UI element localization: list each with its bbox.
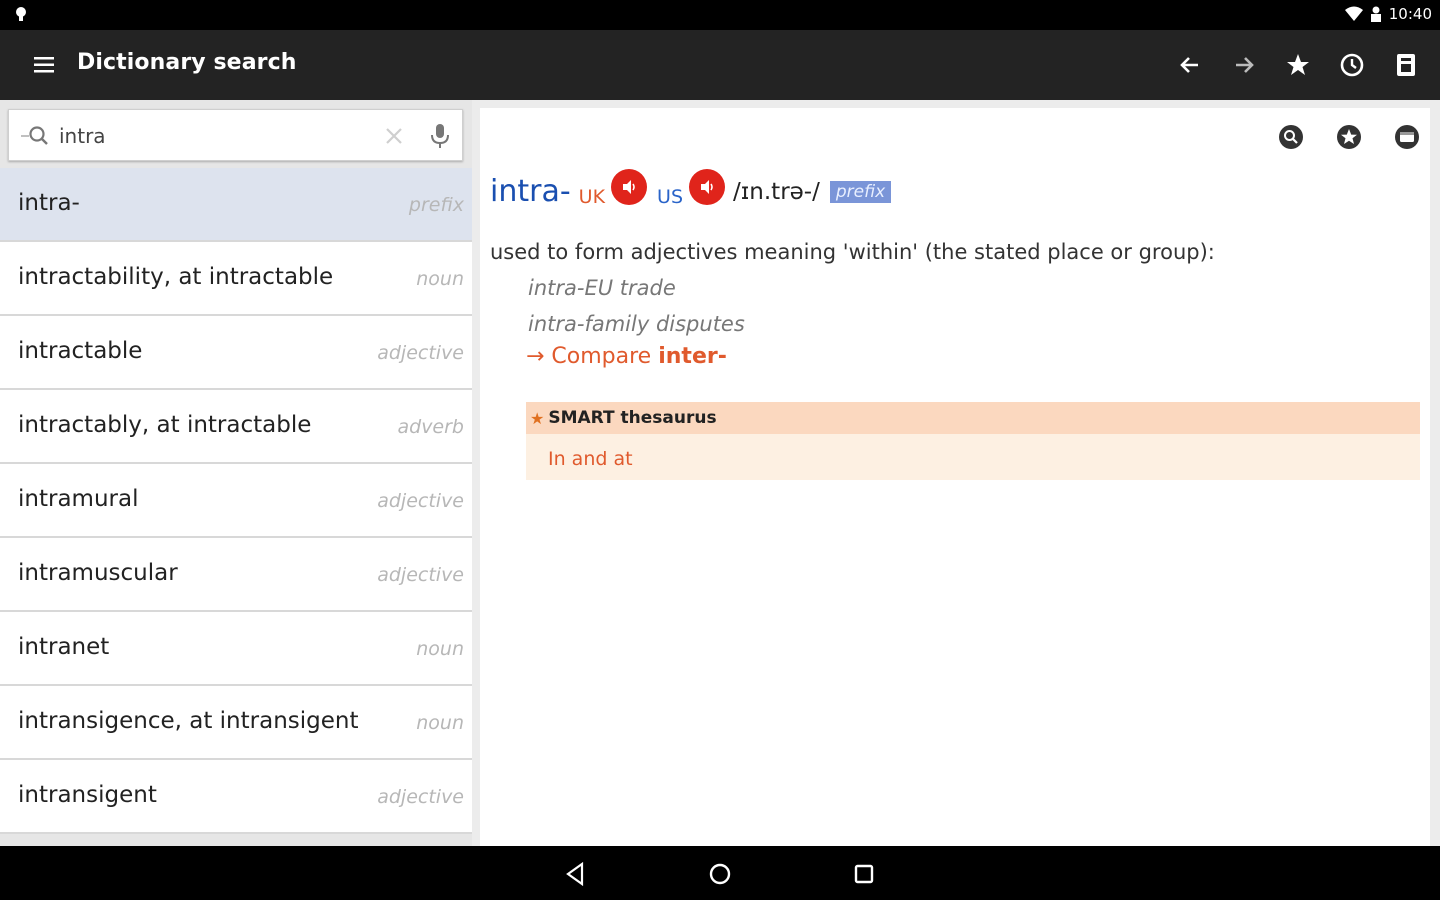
system-nav-bar (0, 846, 1440, 900)
result-row[interactable]: intractability, at intractable noun (0, 242, 472, 316)
definition-text: used to form adjectives meaning 'within'… (490, 240, 1215, 264)
uk-label: UK (578, 185, 606, 208)
clock-time: 10:40 (1388, 5, 1432, 23)
result-word: intramural (18, 486, 139, 512)
compare-word: inter- (658, 344, 727, 369)
home-nav-icon[interactable] (704, 858, 736, 890)
result-word: intra- (18, 190, 80, 216)
result-pos: noun (416, 638, 464, 660)
toolbar: Dictionary search (0, 30, 1440, 100)
history-icon[interactable] (1334, 47, 1370, 83)
result-pos: prefix (408, 194, 464, 216)
speaker-icon (623, 179, 635, 194)
result-pos: adverb (397, 416, 464, 438)
compare-link[interactable]: → Compare inter- (526, 344, 727, 369)
search-results-panel: intra-prefixintractability, at intractab… (0, 100, 472, 846)
result-row[interactable]: intransigent adjective (0, 760, 472, 834)
thesaurus-link[interactable]: In and at (548, 448, 633, 470)
result-pos: adjective (377, 786, 464, 808)
wifi-icon (1344, 6, 1363, 22)
star-icon[interactable] (1280, 47, 1316, 83)
save-icon[interactable] (1388, 47, 1424, 83)
headword: intra- (490, 174, 571, 209)
smart-thesaurus-box: ★ SMART thesaurus In and at (526, 402, 1420, 480)
pronunciation: /ɪn.trə-/ (733, 178, 820, 205)
result-row[interactable]: intranet noun (0, 612, 472, 686)
back-arrow-icon[interactable] (1172, 47, 1208, 83)
app-root: 10:40 Dictionary search intra intra- pre… (0, 0, 1440, 900)
search-icon (19, 124, 51, 152)
star-icon: ★ (530, 408, 545, 428)
notification-icon (12, 5, 30, 25)
result-row[interactable]: intransigence, at intransigent noun (0, 686, 472, 760)
result-word: intractably, at intractable (18, 412, 312, 438)
page-title: Dictionary search (77, 50, 297, 75)
result-pos: noun (416, 268, 464, 290)
zoom-icon[interactable] (1276, 122, 1306, 152)
search-input[interactable] (59, 120, 379, 152)
mic-icon[interactable] (425, 121, 455, 151)
uk-audio-button[interactable] (611, 168, 648, 205)
us-audio-button[interactable] (689, 168, 725, 205)
recents-nav-icon[interactable] (848, 858, 880, 890)
us-label: US (657, 185, 683, 208)
result-word: intransigence, at intransigent (18, 708, 359, 734)
result-pos: adjective (377, 490, 464, 512)
result-row[interactable]: intra-prefix (0, 168, 472, 242)
pos-badge: prefix (829, 180, 892, 203)
result-row[interactable]: intramuscular adjective (0, 538, 472, 612)
entry-headline: intra- UK US /ɪn.trə-/ prefix (490, 168, 892, 209)
speaker-icon (701, 179, 713, 194)
status-bar: 10:40 (0, 0, 1440, 30)
example-sentence: intra-family disputes (528, 312, 745, 336)
back-nav-icon[interactable] (560, 858, 592, 890)
display-icon[interactable] (1392, 122, 1422, 152)
results-list: intra-prefix intractability, at intractab… (0, 168, 472, 834)
result-word: intractability, at intractable (18, 264, 334, 290)
result-word: intranet (18, 634, 110, 660)
example-sentence: intra-EU trade (528, 276, 676, 300)
result-word: intransigent (18, 782, 157, 808)
person-icon (1369, 6, 1383, 22)
forward-arrow-icon[interactable] (1226, 47, 1262, 83)
result-pos: noun (416, 712, 464, 734)
result-row[interactable]: intractable adjective (0, 316, 472, 390)
menu-icon[interactable] (24, 49, 64, 81)
result-word: intractable (18, 338, 143, 364)
compare-prefix: → Compare (526, 344, 659, 369)
result-word: intramuscular (18, 560, 178, 586)
result-row[interactable]: intramural adjective (0, 464, 472, 538)
smart-thesaurus-title: SMART thesaurus (548, 408, 717, 428)
search-box (8, 109, 463, 161)
favorite-icon[interactable] (1334, 122, 1364, 152)
clear-icon[interactable] (381, 123, 407, 149)
result-pos: adjective (377, 342, 464, 364)
result-pos: adjective (377, 564, 464, 586)
entry-panel: intra- UK US /ɪn.trə-/ prefix used to fo… (480, 108, 1430, 846)
result-row[interactable]: intractably, at intractable adverb (0, 390, 472, 464)
